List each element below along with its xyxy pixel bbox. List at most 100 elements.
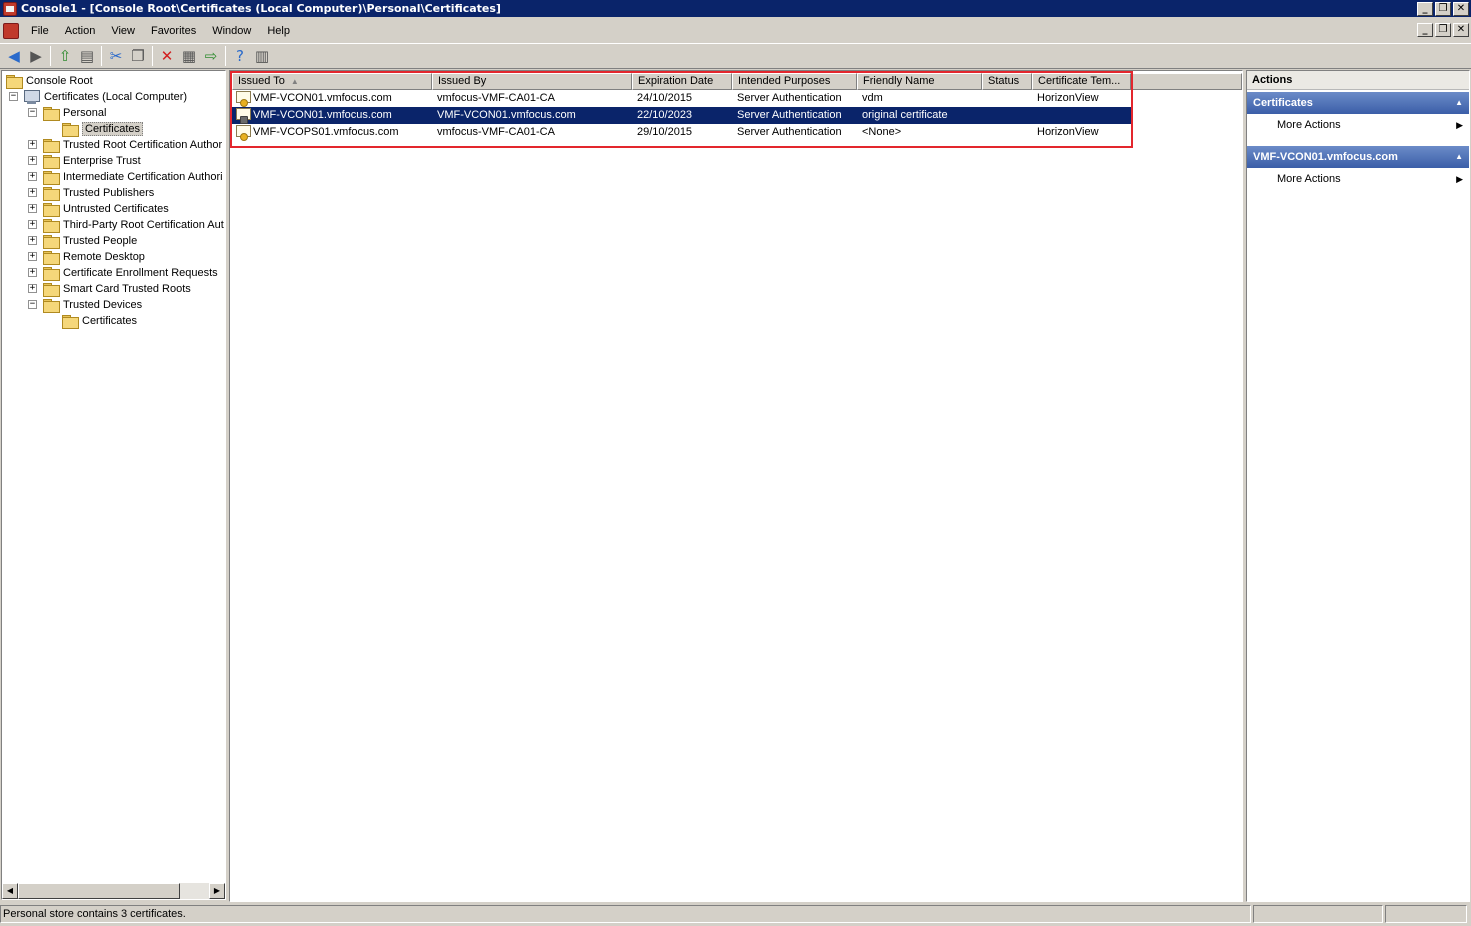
collapse-up-icon[interactable]: ▲	[1455, 92, 1463, 114]
menu-view[interactable]: View	[103, 21, 143, 41]
collapse-up-icon[interactable]: ▲	[1455, 146, 1463, 168]
show-hide-action-pane-icon[interactable]: ▥	[251, 45, 273, 67]
tree-item-label: Untrusted Certificates	[63, 203, 169, 215]
menu-window[interactable]: Window	[204, 21, 259, 41]
tree-item-label: Certificates (Local Computer)	[44, 91, 188, 103]
scroll-left-icon[interactable]: ◀	[2, 883, 18, 899]
more-actions-certificates[interactable]: More Actions ▶	[1247, 114, 1469, 136]
tree-item-trusted-devices[interactable]: − Trusted Devices	[28, 297, 143, 313]
more-actions-vcon01[interactable]: More Actions ▶	[1247, 168, 1469, 190]
certificate-key-icon	[236, 108, 251, 124]
mmc-app-icon[interactable]	[3, 1, 17, 16]
cell-issued-to: VMF-VCOPS01.vmfocus.com	[253, 126, 399, 138]
certificate-icon	[236, 91, 251, 107]
back-icon[interactable]: ◀	[3, 45, 25, 67]
child-close-button[interactable]: ✕	[1453, 23, 1469, 37]
title-bar: Console1 - [Console Root\Certificates (L…	[0, 0, 1471, 17]
cell-template: HorizonView	[1037, 126, 1099, 138]
tree-item-console-root[interactable]: Console Root	[6, 73, 93, 89]
child-restore-button[interactable]: ❐	[1435, 23, 1451, 37]
column-certificate-template[interactable]: Certificate Tem...	[1032, 73, 1131, 90]
export-list-icon[interactable]: ⇨	[200, 45, 222, 67]
console-window-icon[interactable]	[3, 23, 19, 39]
tree-horizontal-scrollbar[interactable]: ◀ ▶	[2, 883, 225, 899]
tree-item-trusted-people[interactable]: + Trusted People	[28, 233, 137, 249]
column-issued-to[interactable]: Issued To ▲	[232, 73, 432, 90]
properties-icon[interactable]: ▦	[178, 45, 200, 67]
column-expiration-date[interactable]: Expiration Date	[632, 73, 732, 90]
window-title: Console1 - [Console Root\Certificates (L…	[21, 2, 501, 15]
tree-item-untrusted[interactable]: + Untrusted Certificates	[28, 201, 169, 217]
tree-item-third-party-root[interactable]: + Third-Party Root Certification Aut	[28, 217, 224, 233]
menu-action[interactable]: Action	[57, 21, 104, 41]
child-minimize-button[interactable]: _	[1417, 23, 1433, 37]
menu-help[interactable]: Help	[259, 21, 298, 41]
action-group-label: VMF-VCON01.vmfocus.com	[1253, 151, 1398, 163]
expand-icon[interactable]: +	[28, 156, 37, 165]
folder-icon	[43, 202, 60, 217]
menu-favorites[interactable]: Favorites	[143, 21, 204, 41]
tree-item-certificates-local-computer[interactable]: − Certificates (Local Computer)	[9, 89, 188, 105]
column-friendly-name[interactable]: Friendly Name	[857, 73, 982, 90]
close-button[interactable]: ✕	[1453, 1, 1469, 16]
show-hide-tree-icon[interactable]: ▤	[76, 45, 98, 67]
action-group-vcon01[interactable]: VMF-VCON01.vmfocus.com ▲	[1247, 146, 1469, 168]
expand-icon[interactable]: +	[28, 252, 37, 261]
expand-icon[interactable]: +	[28, 140, 37, 149]
tree-item-intermediate[interactable]: + Intermediate Certification Authori	[28, 169, 223, 185]
table-row[interactable]: VMF-VCOPS01.vmfocus.com vmfocus-VMF-CA01…	[232, 124, 1131, 141]
cut-icon[interactable]: ✂	[105, 45, 127, 67]
folder-icon	[43, 186, 60, 201]
tree-item-trusted-root[interactable]: + Trusted Root Certification Author	[28, 137, 222, 153]
expand-icon[interactable]: +	[28, 268, 37, 277]
tree-item-smart-card-roots[interactable]: + Smart Card Trusted Roots	[28, 281, 191, 297]
tree-item-remote-desktop[interactable]: + Remote Desktop	[28, 249, 145, 265]
expand-icon[interactable]: +	[28, 284, 37, 293]
column-status[interactable]: Status	[982, 73, 1032, 90]
scroll-thumb[interactable]	[18, 883, 180, 899]
expand-icon[interactable]: +	[28, 220, 37, 229]
table-row[interactable]: VMF-VCON01.vmfocus.com vmfocus-VMF-CA01-…	[232, 90, 1131, 107]
certificate-list[interactable]: Issued To ▲ Issued By Expiration Date Int…	[229, 70, 1243, 902]
toolbar-separator	[152, 46, 153, 66]
action-group-certificates[interactable]: Certificates ▲	[1247, 92, 1469, 114]
minimize-button[interactable]: _	[1417, 1, 1433, 16]
tree-item-label: Trusted Devices	[63, 299, 143, 311]
tree-item-trusted-devices-certificates[interactable]: Certificates	[62, 313, 137, 329]
folder-icon	[43, 106, 60, 121]
restore-button[interactable]: ❐	[1435, 1, 1451, 16]
table-row[interactable]: VMF-VCON01.vmfocus.com VMF-VCON01.vmfocu…	[232, 107, 1131, 124]
status-panel	[1385, 905, 1467, 923]
console-tree[interactable]: Console Root − Certificates (Local Compu…	[1, 70, 226, 900]
up-folder-icon[interactable]: ⇧	[54, 45, 76, 67]
delete-icon[interactable]: ✕	[156, 45, 178, 67]
expand-icon[interactable]: +	[28, 204, 37, 213]
cell-friendly-name: <None>	[862, 126, 902, 138]
column-issued-by[interactable]: Issued By	[432, 73, 632, 90]
collapse-icon[interactable]: −	[28, 108, 37, 117]
copy-icon[interactable]: ❐	[127, 45, 149, 67]
forward-icon[interactable]: ▶	[25, 45, 47, 67]
folder-icon	[43, 218, 60, 233]
status-panel	[1253, 905, 1383, 923]
tree-item-enterprise-trust[interactable]: + Enterprise Trust	[28, 153, 141, 169]
tree-item-trusted-publishers[interactable]: + Trusted Publishers	[28, 185, 154, 201]
tree-item-personal[interactable]: − Personal	[28, 105, 107, 121]
tree-item-label: Personal	[63, 107, 107, 119]
expand-icon[interactable]: +	[28, 188, 37, 197]
expand-icon[interactable]: +	[28, 172, 37, 181]
scroll-right-icon[interactable]: ▶	[209, 883, 225, 899]
collapse-icon[interactable]: −	[28, 300, 37, 309]
toolbar-separator	[50, 46, 51, 66]
expand-icon[interactable]: +	[28, 236, 37, 245]
column-intended-purposes[interactable]: Intended Purposes	[732, 73, 857, 90]
tree-item-label: Third-Party Root Certification Aut	[63, 219, 224, 231]
collapse-icon[interactable]: −	[9, 92, 18, 101]
tree-item-enrollment-requests[interactable]: + Certificate Enrollment Requests	[28, 265, 218, 281]
help-icon[interactable]: ?	[229, 45, 251, 67]
cell-friendly-name: vdm	[862, 92, 883, 104]
scroll-track[interactable]	[180, 883, 209, 899]
menu-file[interactable]: File	[23, 21, 57, 41]
toolbar: ◀ ▶ ⇧ ▤ ✂ ❐ ✕ ▦ ⇨ ? ▥	[0, 43, 1471, 69]
tree-item-personal-certificates[interactable]: Certificates	[62, 121, 144, 137]
